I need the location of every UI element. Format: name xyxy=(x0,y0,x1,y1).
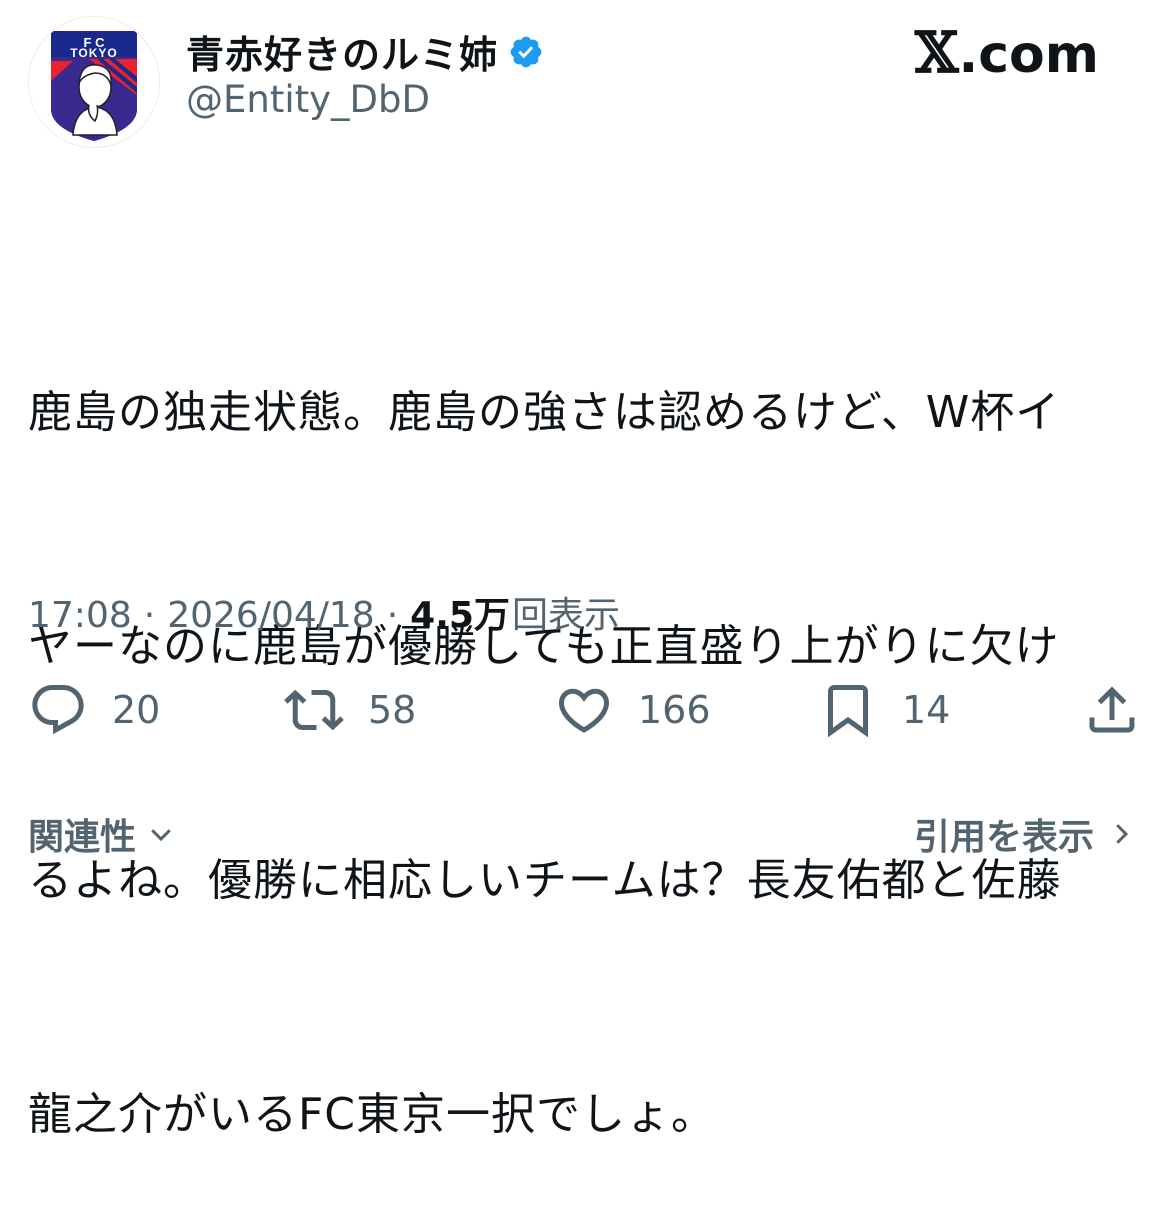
reply-count: 20 xyxy=(112,688,161,732)
bookmark-button[interactable]: 14 xyxy=(818,680,950,740)
reply-button[interactable]: 20 xyxy=(28,680,160,740)
views-label[interactable]: 回表示 xyxy=(512,586,620,638)
related-label: 関連性 xyxy=(28,817,137,858)
display-name[interactable]: 青赤好きのルミ姉 xyxy=(186,24,498,79)
svg-text:TOKYO: TOKYO xyxy=(70,46,117,60)
view-quotes-link[interactable]: 引用を表示 xyxy=(914,808,1136,860)
author-name-row[interactable]: 青赤好きのルミ姉 xyxy=(186,24,544,79)
bookmark-count: 14 xyxy=(902,688,951,732)
chevron-right-icon xyxy=(1116,824,1129,844)
avatar[interactable]: F C TOKYO xyxy=(28,16,160,148)
tweet-text-line: 鹿島の独走状態。鹿島の強さは認めるけど、W杯イ xyxy=(28,387,1061,438)
retweet-icon xyxy=(284,689,344,731)
retweet-count: 58 xyxy=(368,688,417,732)
tweet-meta: 17:08 · 2026/04/18 · 4.5万 回表示 xyxy=(28,586,620,638)
brand-suffix: .com xyxy=(958,25,1099,85)
x-logo-icon: 𝕏 xyxy=(915,20,959,86)
chevron-down-icon xyxy=(151,829,171,842)
verified-badge-icon xyxy=(510,36,542,67)
share-button[interactable] xyxy=(1082,680,1142,740)
like-count: 166 xyxy=(638,688,711,732)
bookmark-icon xyxy=(828,685,868,738)
action-bar: 20 58 166 14 xyxy=(0,680,1170,750)
tweet-footer: 関連性 引用を表示 xyxy=(0,808,1170,868)
tweet-time[interactable]: 17:08 xyxy=(28,595,132,636)
retweet-button[interactable]: 58 xyxy=(284,680,416,740)
quotes-label: 引用を表示 xyxy=(913,817,1094,858)
fc-tokyo-avatar-image: F C TOKYO xyxy=(29,17,159,147)
like-icon xyxy=(558,688,610,733)
related-sort-button[interactable]: 関連性 xyxy=(28,808,176,860)
meta-separator: · xyxy=(143,595,156,636)
reply-icon xyxy=(32,685,84,735)
views-count[interactable]: 4.5万 xyxy=(410,586,510,638)
user-handle[interactable]: @Entity_DbD xyxy=(186,78,430,121)
x-com-brand: 𝕏.com xyxy=(915,20,1099,86)
like-button[interactable]: 166 xyxy=(554,680,711,740)
tweet-text-line: 龍之介がいるFC東京一択でしょ。 xyxy=(28,1089,717,1140)
meta-separator: · xyxy=(386,595,399,636)
share-icon xyxy=(1089,686,1135,733)
tweet-date[interactable]: 2026/04/18 xyxy=(167,595,375,636)
